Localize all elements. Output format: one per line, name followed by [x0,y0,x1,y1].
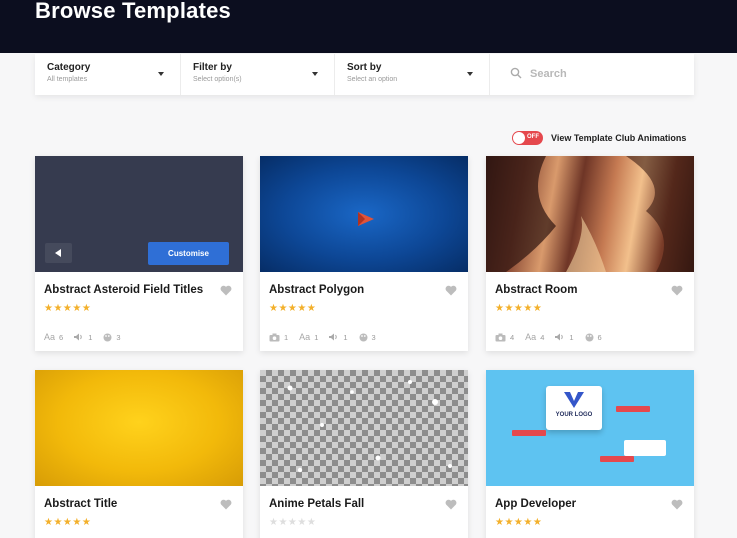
image-count: 1 [284,332,289,342]
category-label: Category [47,62,91,73]
template-title[interactable]: Anime Petals Fall [269,498,364,510]
color-count: 6 [597,332,602,342]
logo-text: YOUR LOGO [555,412,593,418]
logo-card: YOUR LOGO [546,386,602,430]
heart-icon[interactable] [220,499,232,510]
toggle-label: View Template Club Animations [551,133,687,143]
toggle-state: OFF [527,134,539,140]
category-value: All templates [47,76,88,83]
template-thumbnail[interactable]: Customise [35,156,243,272]
sort-by-value: Select an option [347,76,398,83]
template-meta: 4 Aa 4 1 6 [495,332,602,342]
font-count: 6 [59,332,64,342]
font-icon: Aa [299,332,311,342]
template-thumbnail[interactable] [486,156,694,272]
template-title[interactable]: Abstract Polygon [269,284,364,296]
audio-count: 1 [88,332,93,342]
filter-by-label: Filter by [193,62,232,73]
color-count: 3 [116,332,121,342]
category-dropdown[interactable]: Category All templates [35,54,181,95]
palette-icon [103,333,112,341]
search-icon [510,67,522,79]
palette-icon [359,333,368,341]
chevron-down-icon [158,72,164,76]
color-count: 3 [371,332,376,342]
back-arrow-icon[interactable] [45,243,72,263]
font-icon: Aa [44,332,56,342]
tag-shape [600,456,634,462]
customise-button[interactable]: Customise [148,242,229,265]
chevron-down-icon [312,72,318,76]
audio-count: 1 [569,332,574,342]
audio-icon [329,333,338,341]
template-title[interactable]: Abstract Title [44,498,117,510]
card-shape [624,440,666,456]
audio-count: 1 [343,332,348,342]
template-card[interactable]: Customise Abstract Asteroid Field Titles… [35,156,243,351]
font-count: 1 [314,332,319,342]
camera-icon [269,333,280,341]
heart-icon[interactable] [445,285,457,296]
filter-bar: Category All templates Filter by Select … [35,54,694,95]
play-icon [358,212,374,226]
heart-icon[interactable] [445,499,457,510]
font-count: 4 [540,332,545,342]
template-title[interactable]: Abstract Room [495,284,577,296]
search-input[interactable] [530,65,680,83]
template-thumbnail[interactable] [260,370,468,486]
search-box [490,54,694,95]
palette-icon [585,333,594,341]
template-thumbnail[interactable] [260,156,468,272]
tag-shape [616,406,650,412]
logo-icon [564,392,584,408]
filter-by-value: Select option(s) [193,76,242,83]
template-card[interactable]: Anime Petals Fall ★★★★★ [260,370,468,538]
audio-icon [74,333,82,341]
tag-shape [512,430,546,436]
star-rating: ★★★★★ [269,517,317,528]
page-title: Browse Templates [35,0,231,23]
star-rating: ★★★★★ [495,517,543,528]
template-thumbnail[interactable] [35,370,243,486]
canyon-image [486,156,694,272]
template-card[interactable]: Abstract Title ★★★★★ [35,370,243,538]
template-card[interactable]: YOUR LOGO App Developer ★★★★★ [486,370,694,538]
image-count: 4 [510,332,515,342]
camera-icon [495,333,506,341]
sort-by-label: Sort by [347,62,382,73]
chevron-down-icon [467,72,473,76]
top-header: Browse Templates [0,0,737,53]
sort-by-dropdown[interactable]: Sort by Select an option [335,54,490,95]
filter-by-dropdown[interactable]: Filter by Select option(s) [181,54,335,95]
template-title[interactable]: Abstract Asteroid Field Titles [44,284,203,296]
audio-icon [555,333,564,341]
petals-image [287,380,452,473]
template-meta: Aa 6 1 3 [44,332,121,342]
template-card[interactable]: Abstract Room ★★★★★ 4 Aa 4 1 6 [486,156,694,351]
toggle-knob [513,132,525,144]
star-rating: ★★★★★ [44,303,92,314]
heart-icon[interactable] [671,499,683,510]
template-card[interactable]: Abstract Polygon ★★★★★ 1 Aa 1 1 3 [260,156,468,351]
star-rating: ★★★★★ [44,517,92,528]
star-rating: ★★★★★ [269,303,317,314]
heart-icon[interactable] [220,285,232,296]
template-club-toggle[interactable]: OFF [512,131,543,145]
font-icon: Aa [525,332,537,342]
heart-icon[interactable] [671,285,683,296]
template-thumbnail[interactable]: YOUR LOGO [486,370,694,486]
template-meta: 1 Aa 1 1 3 [269,332,376,342]
template-title[interactable]: App Developer [495,498,576,510]
star-rating: ★★★★★ [495,303,543,314]
